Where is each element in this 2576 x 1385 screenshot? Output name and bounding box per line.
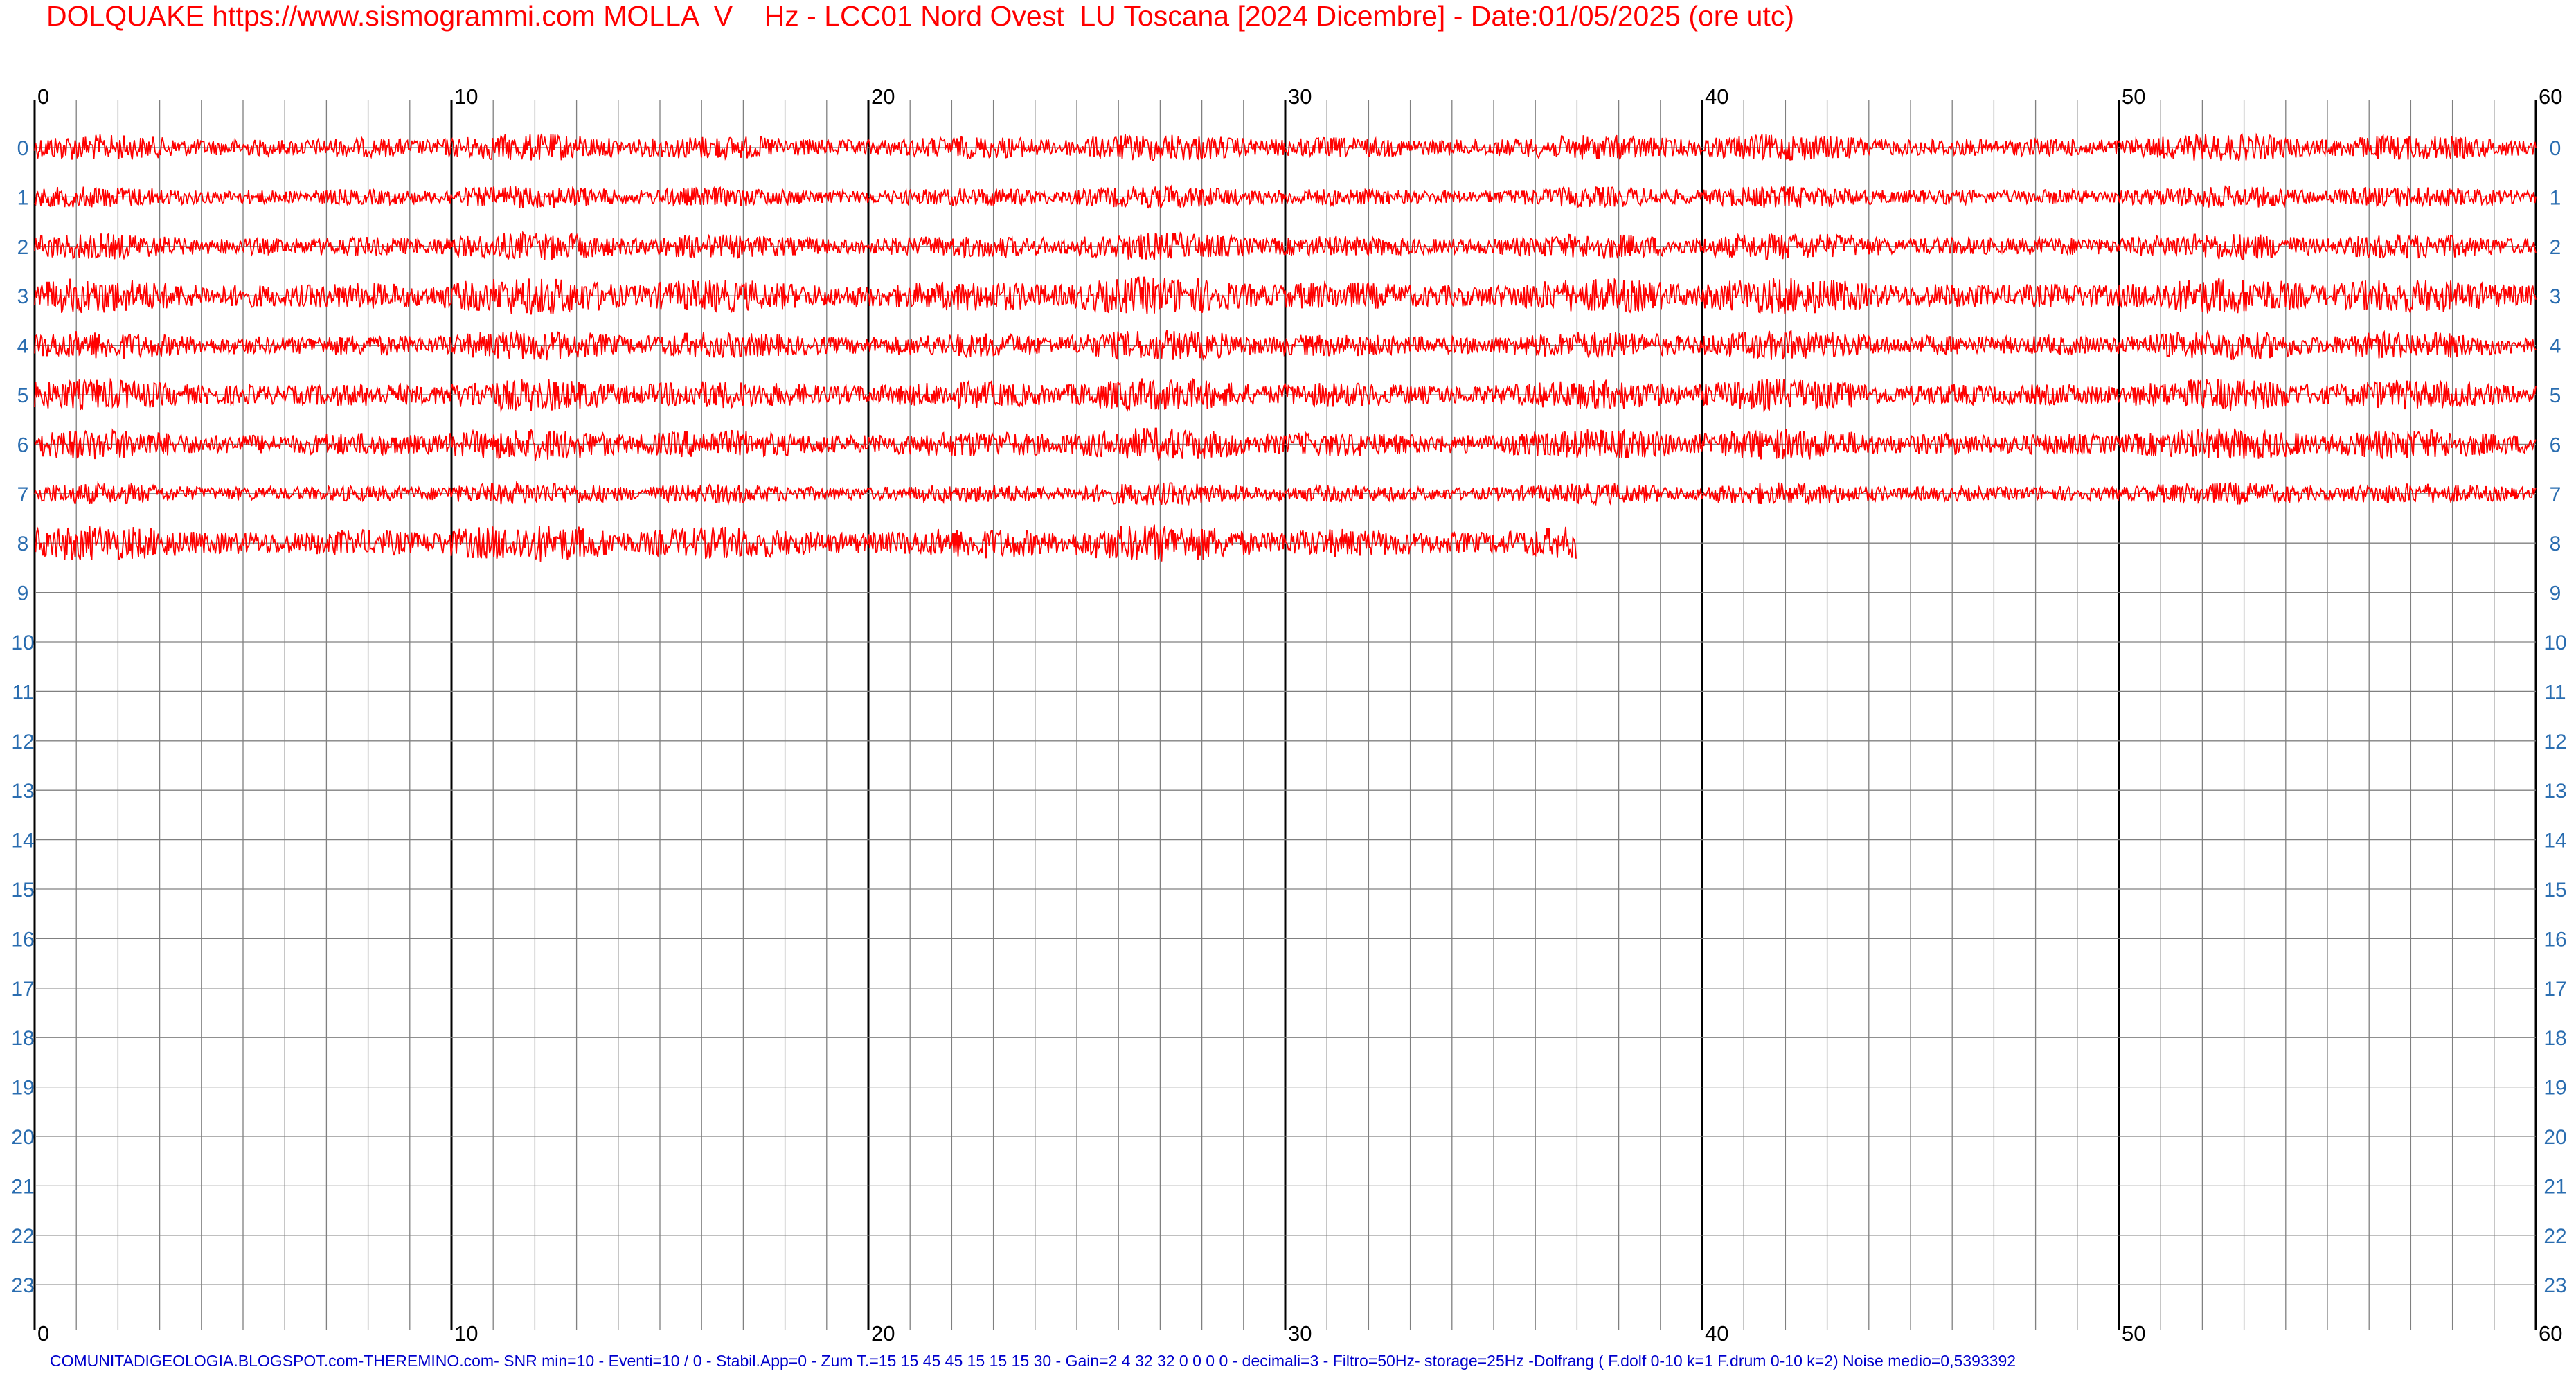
hour-label-left: 7 [17, 483, 29, 506]
hour-label-right: 6 [2550, 434, 2561, 456]
grid [33, 100, 2537, 1330]
footer-parameters: COMUNITADIGEOLOGIA.BLOGSPOT.com-THEREMIN… [50, 1352, 2016, 1370]
hour-label-left: 5 [17, 384, 29, 407]
hour-label-right: 0 [2550, 137, 2561, 160]
x-tick-label-top: 50 [2122, 84, 2145, 109]
x-tick-label-bottom: 30 [1288, 1321, 1312, 1346]
axis-labels: 001010202030304040505060600 01 12 23 34 45 56 6… [11, 84, 2566, 1346]
hour-label-left: 4 [17, 335, 29, 358]
hour-label-right: 10 [2543, 632, 2566, 654]
hour-label-left: 15 [11, 879, 34, 902]
hour-label-left: 14 [11, 830, 34, 852]
hour-label-right: 17 [2543, 978, 2566, 1001]
hour-label-right: 20 [2543, 1126, 2566, 1149]
hour-label-right: 15 [2543, 879, 2566, 902]
hour-label-right: 1 [2550, 186, 2561, 209]
hour-label-right: 5 [2550, 384, 2561, 407]
hour-label-left: 23 [11, 1274, 34, 1297]
hour-label-right: 3 [2550, 285, 2561, 308]
hour-label-left: 17 [11, 978, 34, 1001]
hour-label-right: 22 [2543, 1225, 2566, 1248]
hour-label-right: 16 [2543, 928, 2566, 951]
hour-label-left: 16 [11, 928, 34, 951]
x-tick-label-top: 20 [871, 84, 895, 109]
x-tick-label-bottom: 20 [871, 1321, 895, 1346]
hour-label-left: 2 [17, 236, 29, 259]
hour-label-right: 9 [2550, 582, 2561, 605]
x-tick-label-bottom: 10 [454, 1321, 478, 1346]
hour-label-left: 11 [12, 681, 33, 704]
hour-label-right: 11 [2544, 681, 2566, 704]
hour-label-right: 7 [2550, 483, 2561, 506]
hour-label-left: 3 [17, 285, 29, 308]
x-tick-label-top: 60 [2539, 84, 2562, 109]
hour-label-left: 22 [11, 1225, 34, 1248]
hour-label-left: 0 [17, 137, 29, 160]
hour-label-right: 23 [2543, 1274, 2566, 1297]
x-tick-label-bottom: 0 [37, 1321, 49, 1346]
hour-label-left: 6 [17, 434, 29, 456]
hour-label-left: 19 [11, 1077, 34, 1100]
hour-label-left: 21 [11, 1175, 34, 1198]
hour-label-left: 1 [17, 186, 29, 209]
x-tick-label-top: 40 [1705, 84, 1728, 109]
hour-label-left: 20 [11, 1126, 34, 1149]
hour-label-right: 14 [2543, 830, 2566, 852]
x-tick-label-bottom: 40 [1705, 1321, 1728, 1346]
hour-label-right: 18 [2543, 1027, 2566, 1050]
x-tick-label-bottom: 50 [2122, 1321, 2145, 1346]
hour-label-left: 8 [17, 533, 29, 555]
hour-label-right: 8 [2550, 533, 2561, 555]
hour-label-right: 21 [2543, 1175, 2566, 1198]
hour-label-left: 10 [11, 632, 34, 654]
hour-label-left: 18 [11, 1027, 34, 1050]
hour-label-left: 12 [11, 731, 34, 753]
seismogram-chart: 001010202030304040505060600 01 12 23 34 45 56 6… [11, 84, 2566, 1346]
hour-label-right: 12 [2543, 731, 2566, 753]
hour-label-left: 13 [11, 780, 34, 803]
hour-label-right: 2 [2550, 236, 2561, 259]
x-tick-label-top: 10 [454, 84, 478, 109]
x-tick-label-bottom: 60 [2539, 1321, 2562, 1346]
hour-label-left: 9 [17, 582, 29, 605]
hour-label-right: 4 [2550, 335, 2561, 358]
x-tick-label-top: 0 [37, 84, 49, 109]
hour-label-right: 19 [2543, 1077, 2566, 1100]
x-tick-label-top: 30 [1288, 84, 1312, 109]
hour-label-right: 13 [2543, 780, 2566, 803]
